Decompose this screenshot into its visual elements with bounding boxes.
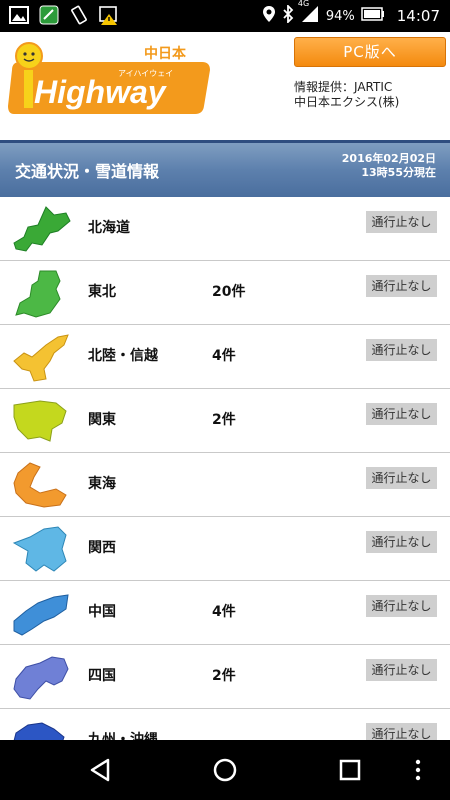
clock: 14:07 [396,7,440,25]
signal-icon: 4G [298,0,320,26]
incident-count: 4件 [212,348,236,364]
ihighway-logo[interactable]: Highway 中日本 アイハイウェイ [6,40,211,130]
location-icon [262,5,276,27]
logo-wordmark: Highway [34,74,168,110]
home-icon[interactable] [211,756,239,784]
region-row-shikoku[interactable]: 四国 2件 通行止なし [0,645,450,709]
status-badge: 通行止なし [366,339,437,361]
region-row-chugoku[interactable]: 中国 4件 通行止なし [0,581,450,645]
region-row-tokai[interactable]: 東海 通行止なし [0,453,450,517]
warning-image-icon [98,4,120,26]
vibrate-icon [68,4,90,26]
logo-sub-top: 中日本 [144,45,187,62]
region-row-tohoku[interactable]: 東北 20件 通行止なし [0,261,450,325]
status-badge: 通行止なし [366,403,437,425]
kanto-map-icon [10,395,72,447]
status-badge: 通行止なし [366,467,437,489]
region-name: 東海 [88,476,116,492]
update-time: 13時55分現在 [361,166,436,179]
status-badge: 通行止なし [366,275,437,297]
hokkaido-map-icon [10,203,72,255]
incident-count: 2件 [212,412,236,428]
status-badge: 通行止なし [366,659,437,681]
region-row-kansai[interactable]: 関西 通行止なし [0,517,450,581]
incident-count: 2件 [212,668,236,684]
shikoku-map-icon [10,651,72,703]
back-icon[interactable] [86,756,114,784]
region-row-kanto[interactable]: 関東 2件 通行止なし [0,389,450,453]
region-list: 北海道 通行止なし 東北 20件 通行止なし 北陸・信越 4件 通行止なし 関東… [0,197,450,740]
image-icon [8,4,30,26]
status-bar: 4G 94% 14:07 [0,0,450,32]
region-name: 北陸・信越 [88,348,158,364]
more-options-icon[interactable] [412,756,424,784]
region-row-hokkaido[interactable]: 北海道 通行止なし [0,197,450,261]
tohoku-map-icon [10,267,72,319]
battery-percent: 94% [325,8,355,24]
logo-sub-kana: アイハイウェイ [118,69,173,78]
header: Highway 中日本 アイハイウェイ PC版へ 情報提供：JARTIC 中日本… [0,32,450,140]
region-name: 九州・沖縄 [88,732,158,740]
incident-count: 20件 [212,284,246,300]
hokuriku-shinetsu-map-icon [10,331,72,383]
incident-count: 4件 [212,604,236,620]
region-name: 中国 [88,604,116,620]
notification-icons [8,4,120,26]
region-row-hokuriku-shinetsu[interactable]: 北陸・信越 4件 通行止なし [0,325,450,389]
section-header: 交通状況・雪道情報 2016年02月02日 13時55分現在 [0,140,450,197]
bluetooth-icon [282,3,294,27]
region-row-kyushu-okinawa[interactable]: 九州・沖縄 通行止なし [0,709,450,740]
region-name: 東北 [88,284,116,300]
provider-line-1: 情報提供：JARTIC [294,80,393,94]
status-badge: 通行止なし [366,211,437,233]
region-name: 四国 [88,668,116,684]
network-type: 4G [297,0,310,8]
section-title: 交通状況・雪道情報 [15,162,160,181]
region-name: 北海道 [88,220,130,236]
system-indicators: 4G 94% 14:07 [262,0,440,32]
pc-version-button[interactable]: PC版へ [294,37,446,67]
status-badge: 通行止なし [366,531,437,553]
navigation-bar [0,740,450,800]
provider-info: 情報提供：JARTIC 中日本エクシス(株) [294,80,399,110]
status-badge: 通行止なし [366,595,437,617]
kansai-map-icon [10,523,72,575]
kyushu-okinawa-map-icon [10,715,72,740]
region-name: 関東 [88,412,116,428]
region-name: 関西 [88,540,116,556]
tokai-map-icon [10,459,72,511]
provider-line-2: 中日本エクシス(株) [294,95,400,109]
update-timestamp: 2016年02月02日 13時55分現在 [342,152,436,180]
status-badge: 通行止なし [366,723,437,740]
chugoku-map-icon [10,587,72,639]
recents-icon[interactable] [336,756,364,784]
app-icon [38,4,60,26]
battery-icon [361,7,385,25]
update-date: 2016年02月02日 [341,152,436,165]
